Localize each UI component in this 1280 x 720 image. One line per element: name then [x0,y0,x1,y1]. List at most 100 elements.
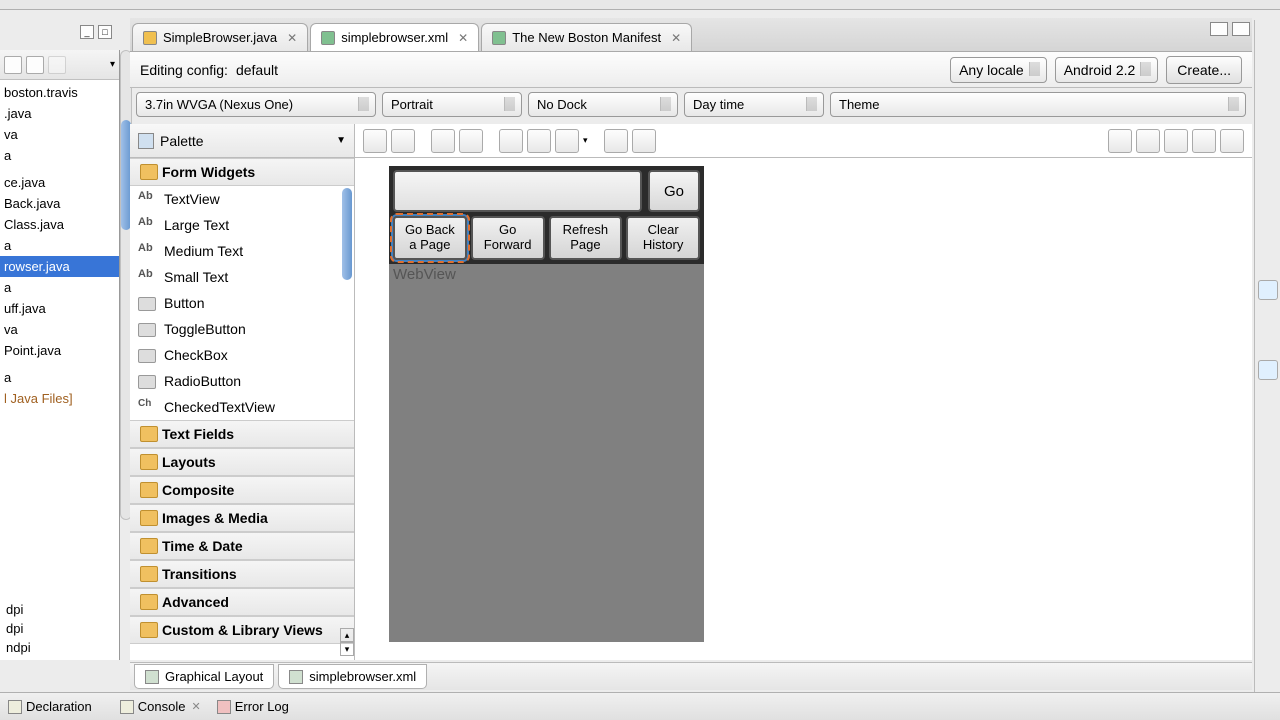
file-item[interactable]: a [0,235,119,256]
file-item[interactable]: va [0,124,119,145]
emulate1-icon[interactable] [604,129,628,153]
file-item[interactable]: a [0,277,119,298]
distribute2-icon[interactable] [527,129,551,153]
toggle-layout2-icon[interactable] [391,129,415,153]
group-form-widgets[interactable]: Form Widgets [130,158,354,186]
editor-maximize-icon[interactable] [1232,22,1250,36]
file-item[interactable]: rowser.java [0,256,119,277]
file-item[interactable]: .java [0,103,119,124]
folder-item[interactable]: dpi [0,619,37,638]
folder-item[interactable]: ndpi [0,638,37,657]
errorlog-icon [217,700,231,714]
file-item[interactable]: Class.java [0,214,119,235]
tab-xml-source[interactable]: simplebrowser.xml [278,664,427,689]
view-menu-icon[interactable]: ▾ [110,59,115,70]
minimize-icon[interactable]: _ [80,25,94,39]
go-button[interactable]: Go [648,170,700,212]
distribute1-icon[interactable] [499,129,523,153]
editor-bottom-tabs: Graphical Layout simplebrowser.xml [130,662,1252,690]
info-icon[interactable] [1258,280,1278,300]
view-declaration[interactable]: Declaration [26,699,92,714]
close-icon[interactable]: ✕ [287,31,297,45]
dock-dropdown[interactable]: No Dock [528,92,678,117]
dropdown-arrow-icon[interactable]: ▾ [583,135,588,146]
zoom-fit-icon[interactable] [1192,129,1216,153]
file-item[interactable]: a [0,367,119,388]
widget-small-text[interactable]: Small Text [130,264,354,290]
align-v-icon[interactable] [459,129,483,153]
group-advanced[interactable]: Advanced [130,588,354,616]
device-dropdown[interactable]: 3.7in WVGA (Nexus One) [136,92,376,117]
group-time-date[interactable]: Time & Date [130,532,354,560]
widget-textview[interactable]: TextView [130,186,354,212]
widget-large-text[interactable]: Large Text [130,212,354,238]
theme-dropdown[interactable]: Theme [830,92,1246,117]
close-icon[interactable]: ✕ [458,31,468,45]
scroll-up-icon[interactable]: ▴ [340,628,354,642]
zoom-reset-icon[interactable] [1136,129,1160,153]
create-button[interactable]: Create... [1166,56,1242,84]
webview[interactable]: WebView [389,264,704,642]
palette-scrollbar[interactable] [342,188,352,280]
group-layouts[interactable]: Layouts [130,448,354,476]
locale-dropdown[interactable]: Any locale [950,57,1047,83]
target-dropdown[interactable]: Android 2.2 [1055,57,1159,83]
editor-tab-2[interactable]: The New Boston Manifest✕ [481,23,692,51]
palette-header[interactable]: Palette ▼ [130,124,354,158]
link-icon[interactable] [26,56,44,74]
file-item[interactable]: Point.java [0,340,119,361]
group-composite[interactable]: Composite [130,476,354,504]
file-item[interactable]: l Java Files] [0,388,119,409]
focus-icon[interactable] [48,56,66,74]
view-error-log[interactable]: Error Log [235,699,289,714]
view-console[interactable]: Console [138,699,186,714]
go-back-button[interactable]: Go Back a Page [393,216,467,260]
device-preview[interactable]: Go Go Back a Page Go Forward Refresh Pag… [389,166,704,642]
editor-tab-1[interactable]: simplebrowser.xml✕ [310,23,479,51]
widget-medium-text[interactable]: Medium Text [130,238,354,264]
zoom-100-icon[interactable] [1164,129,1188,153]
folder-item[interactable]: dpi [0,600,37,619]
editor-tab-0[interactable]: SimpleBrowser.java✕ [132,23,308,51]
file-item[interactable]: va [0,319,119,340]
close-icon[interactable]: ✕ [191,700,200,713]
align-h-icon[interactable] [431,129,455,153]
file-item[interactable]: uff.java [0,298,119,319]
emulate2-icon[interactable] [632,129,656,153]
group-custom[interactable]: Custom & Library Views [130,616,354,644]
editor-minimize-icon[interactable] [1210,22,1228,36]
clear-history-button[interactable]: Clear History [626,216,700,260]
tab-graphical-layout[interactable]: Graphical Layout [134,664,274,689]
refresh-button[interactable]: Refresh Page [549,216,623,260]
group-transitions[interactable]: Transitions [130,560,354,588]
scroll-down-icon[interactable]: ▾ [340,642,354,656]
distribute3-icon[interactable] [555,129,579,153]
outline-icon[interactable] [1258,360,1278,380]
file-icon [321,31,335,45]
toggle-layout1-icon[interactable] [363,129,387,153]
widget-button[interactable]: Button [130,290,354,316]
file-item[interactable]: ce.java [0,172,119,193]
orientation-dropdown[interactable]: Portrait [382,92,522,117]
group-images-media[interactable]: Images & Media [130,504,354,532]
chevron-down-icon[interactable]: ▼ [336,135,346,146]
close-icon[interactable]: ✕ [671,31,681,45]
file-item[interactable]: a [0,145,119,166]
restore-icon[interactable]: □ [98,25,112,39]
group-text-fields[interactable]: Text Fields [130,420,354,448]
file-item[interactable]: boston.travis [0,82,119,103]
collapse-icon[interactable] [4,56,22,74]
zoom-out-icon[interactable] [1108,129,1132,153]
time-dropdown[interactable]: Day time [684,92,824,117]
widget-checkedtextview[interactable]: CheckedTextView [130,394,354,420]
file-item[interactable]: Back.java [0,193,119,214]
widget-checkbox[interactable]: CheckBox [130,342,354,368]
go-forward-button[interactable]: Go Forward [471,216,545,260]
widget-togglebutton[interactable]: ToggleButton [130,316,354,342]
widget-radiobutton[interactable]: RadioButton [130,368,354,394]
layout-icon [145,670,159,684]
config-value: default [236,62,278,78]
zoom-in-icon[interactable] [1220,129,1244,153]
url-input[interactable] [393,170,642,212]
xml-icon [289,670,303,684]
